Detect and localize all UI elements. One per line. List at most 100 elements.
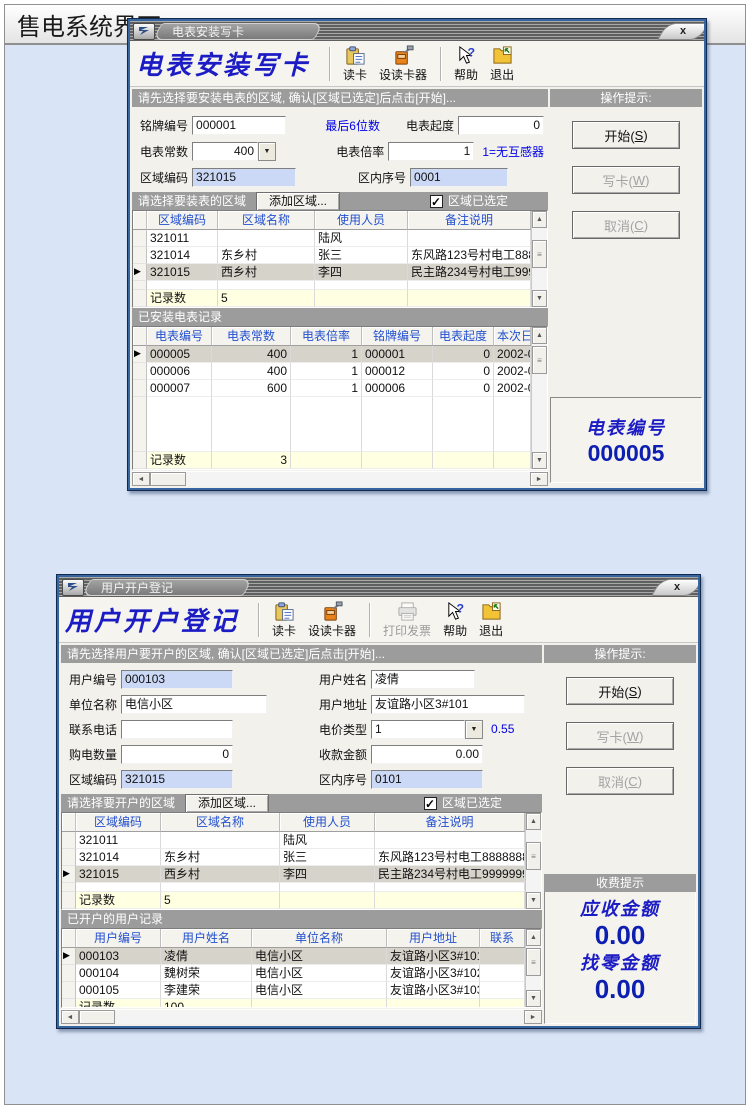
horizontal-scrollbar[interactable]: ◄ ►	[132, 471, 548, 486]
field-hint: 1=无互感器	[482, 143, 544, 160]
toolbar-separator	[440, 47, 441, 81]
table-row[interactable]: 000007 600 1 000006 0 2002-07-15	[133, 380, 531, 397]
area-code-field[interactable]	[192, 168, 296, 187]
field-label: 电表常数	[140, 143, 188, 160]
card-reader-settings-icon	[322, 601, 343, 625]
start-button[interactable]: 开始(S)	[566, 677, 674, 705]
user-number-field[interactable]	[121, 670, 233, 689]
price-type-input[interactable]	[371, 720, 465, 739]
titlebar-tab: 电表安装写卡	[152, 23, 324, 40]
marker-header	[133, 327, 147, 346]
area-selected-checkbox[interactable]	[430, 195, 443, 208]
user-address-input[interactable]	[371, 695, 525, 714]
vertical-scrollbar[interactable]: ▲ ≡ ▼	[525, 929, 541, 1007]
area-serial-field[interactable]	[371, 770, 483, 789]
close-icon: x	[680, 26, 686, 37]
scroll-up-icon[interactable]: ▲	[526, 813, 541, 830]
table-row[interactable]: 000105 李建荣 电信小区 友谊路小区3#103	[62, 982, 525, 999]
vertical-scrollbar[interactable]: ▲ ≡ ▼	[525, 813, 541, 909]
unit-name-input[interactable]	[121, 695, 267, 714]
titlebar[interactable]: 电表安装写卡 x	[130, 21, 704, 41]
scroll-thumb[interactable]	[150, 472, 186, 486]
scroll-up-icon[interactable]: ▲	[526, 929, 541, 946]
set-reader-button[interactable]: 设读卡器	[376, 44, 430, 83]
add-area-button[interactable]: 添加区域...	[256, 192, 340, 210]
printer-icon	[397, 601, 418, 625]
meter-install-window: 电表安装写卡 x 电表安装写卡 读卡 设读卡器 ? 帮助	[127, 18, 707, 491]
meter-constant-combo: ▼	[192, 142, 276, 161]
marker-header	[62, 929, 76, 948]
start-button[interactable]: 开始(S)	[572, 121, 680, 149]
scroll-down-icon[interactable]: ▼	[526, 990, 541, 1007]
purchase-qty-input[interactable]	[121, 745, 233, 764]
scroll-left-icon[interactable]: ◄	[61, 1010, 79, 1024]
table-footer: 记录数 100	[62, 999, 525, 1008]
account-registration-window: 用户开户登记 x 用户开户登记 读卡 设读卡器 打印发票	[56, 574, 701, 1029]
area-serial-field[interactable]	[410, 168, 508, 187]
scroll-up-icon[interactable]: ▲	[532, 327, 547, 344]
table-row[interactable]: 321011 陆风	[62, 832, 525, 849]
field-label: 用户姓名	[319, 671, 367, 688]
marker-header	[133, 211, 147, 230]
read-card-button[interactable]: 读卡	[269, 600, 299, 639]
close-button[interactable]: x	[651, 579, 698, 596]
meter-multiplier-input[interactable]	[388, 142, 474, 161]
field-label: 购电数量	[69, 746, 117, 763]
scroll-down-icon[interactable]: ▼	[532, 290, 547, 307]
scroll-down-icon[interactable]: ▼	[532, 452, 547, 469]
user-name-input[interactable]	[371, 670, 475, 689]
area-code-field[interactable]	[121, 770, 233, 789]
help-button[interactable]: ? 帮助	[440, 600, 470, 639]
vertical-scrollbar[interactable]: ▲ ≡ ▼	[531, 211, 547, 307]
table-row-selected[interactable]: 000103 凌倩 电信小区 友谊路小区3#101	[62, 948, 525, 965]
exit-button[interactable]: 退出	[487, 44, 517, 83]
scroll-up-icon[interactable]: ▲	[532, 211, 547, 228]
table-row-selected[interactable]: 000005 400 1 000001 0 2002-06-10	[133, 346, 531, 363]
table-row[interactable]: 321014 东乡村 张三 东风路123号村电工88888888	[62, 849, 525, 866]
scroll-thumb[interactable]: ≡	[526, 842, 541, 870]
meter-constant-input[interactable]	[192, 142, 258, 161]
vertical-scrollbar[interactable]: ▲ ≡ ▼	[531, 327, 547, 469]
user-form: 用户编号 用户姓名 单位名称 用户地址	[61, 663, 542, 794]
titlebar[interactable]: 用户开户登记 x	[59, 577, 698, 597]
scroll-thumb[interactable]: ≡	[532, 346, 547, 374]
scroll-thumb[interactable]: ≡	[532, 240, 547, 268]
nameplate-number-input[interactable]	[192, 116, 286, 135]
table-row[interactable]: 321014 东乡村 张三 东风路123号村电工88888888	[133, 247, 531, 264]
checkbox-label: 区域已选定	[442, 794, 502, 812]
table-row[interactable]: 000006 400 1 000012 0 2002-06-19	[133, 363, 531, 380]
add-area-button[interactable]: 添加区域...	[185, 794, 269, 812]
price-type-combo: ▼	[371, 720, 483, 739]
field-label: 用户地址	[319, 696, 367, 713]
scroll-down-icon[interactable]: ▼	[526, 892, 541, 909]
set-reader-button[interactable]: 设读卡器	[305, 600, 359, 639]
field-label: 联系电话	[69, 721, 117, 738]
chevron-down-icon[interactable]: ▼	[258, 142, 276, 161]
marker-header	[62, 813, 76, 832]
scroll-right-icon[interactable]: ►	[524, 1010, 542, 1024]
scroll-left-icon[interactable]: ◄	[132, 472, 150, 486]
scroll-right-icon[interactable]: ►	[530, 472, 548, 486]
phone-input[interactable]	[121, 720, 233, 739]
exit-button[interactable]: 退出	[476, 600, 506, 639]
table-row-selected[interactable]: 321015 西乡村 李四 民主路234号村电工99999999	[62, 866, 525, 883]
area-selected-checkbox[interactable]	[424, 797, 437, 810]
field-label: 收款金额	[319, 746, 367, 763]
scroll-thumb[interactable]: ≡	[526, 948, 541, 976]
help-button[interactable]: ? 帮助	[451, 44, 481, 83]
scroll-thumb[interactable]	[79, 1010, 115, 1024]
field-label: 电表起度	[406, 117, 454, 134]
field-label: 区域编码	[140, 169, 188, 186]
amount-received-input[interactable]	[371, 745, 483, 764]
close-button[interactable]: x	[657, 23, 704, 40]
read-card-icon	[274, 601, 295, 625]
table-row[interactable]: 321011 陆风	[133, 230, 531, 247]
section-title: 请选择要装表的区域	[138, 192, 246, 210]
meter-start-input[interactable]	[458, 116, 544, 135]
table-row-selected[interactable]: 321015 西乡村 李四 民主路234号村电工99999999	[133, 264, 531, 281]
chevron-down-icon[interactable]: ▼	[465, 720, 483, 739]
field-label: 区内序号	[358, 169, 406, 186]
table-row[interactable]: 000104 魏树荣 电信小区 友谊路小区3#102	[62, 965, 525, 982]
horizontal-scrollbar[interactable]: ◄ ►	[61, 1009, 542, 1024]
read-card-button[interactable]: 读卡	[340, 44, 370, 83]
